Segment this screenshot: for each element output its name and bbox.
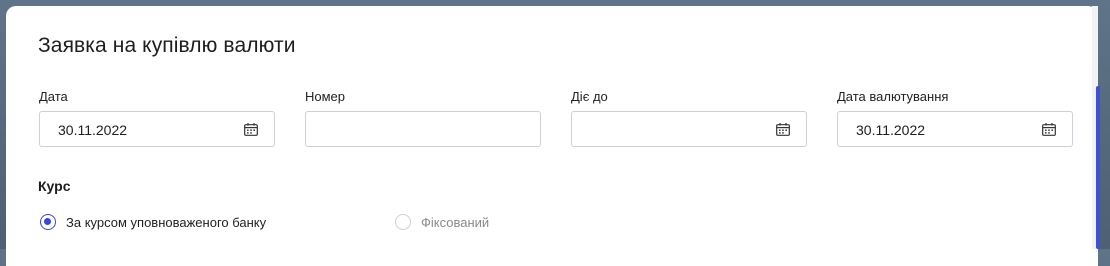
date-value: 30.11.2022	[58, 122, 128, 138]
calendar-icon[interactable]	[1042, 123, 1056, 136]
value-date-label: Дата валютування	[837, 89, 949, 104]
calendar-icon[interactable]	[244, 123, 258, 136]
date-field[interactable]: 30.11.2022	[39, 111, 275, 147]
scrollbar-thumb[interactable]	[1096, 86, 1100, 249]
value-date-field[interactable]: 30.11.2022	[837, 111, 1073, 147]
valid-until-label: Діє до	[571, 89, 608, 104]
value-date-value: 30.11.2022	[856, 122, 926, 138]
date-label: Дата	[39, 89, 68, 104]
radio-bank-rate[interactable]: За курсом уповноваженого банку	[40, 214, 266, 230]
calendar-icon[interactable]	[776, 123, 790, 136]
radio-fixed-rate-label[interactable]: Фіксований	[421, 215, 489, 230]
page-title: Заявка на купівлю валюти	[38, 34, 296, 57]
radio-unselected-icon[interactable]	[395, 214, 411, 230]
rate-section-label: Курс	[38, 178, 71, 194]
number-field[interactable]	[305, 111, 541, 147]
number-label: Номер	[305, 89, 346, 104]
radio-fixed-rate[interactable]: Фіксований	[395, 214, 489, 230]
valid-until-field[interactable]	[571, 111, 807, 147]
radio-selected-icon[interactable]	[40, 214, 56, 230]
radio-bank-rate-label[interactable]: За курсом уповноваженого банку	[66, 215, 266, 230]
